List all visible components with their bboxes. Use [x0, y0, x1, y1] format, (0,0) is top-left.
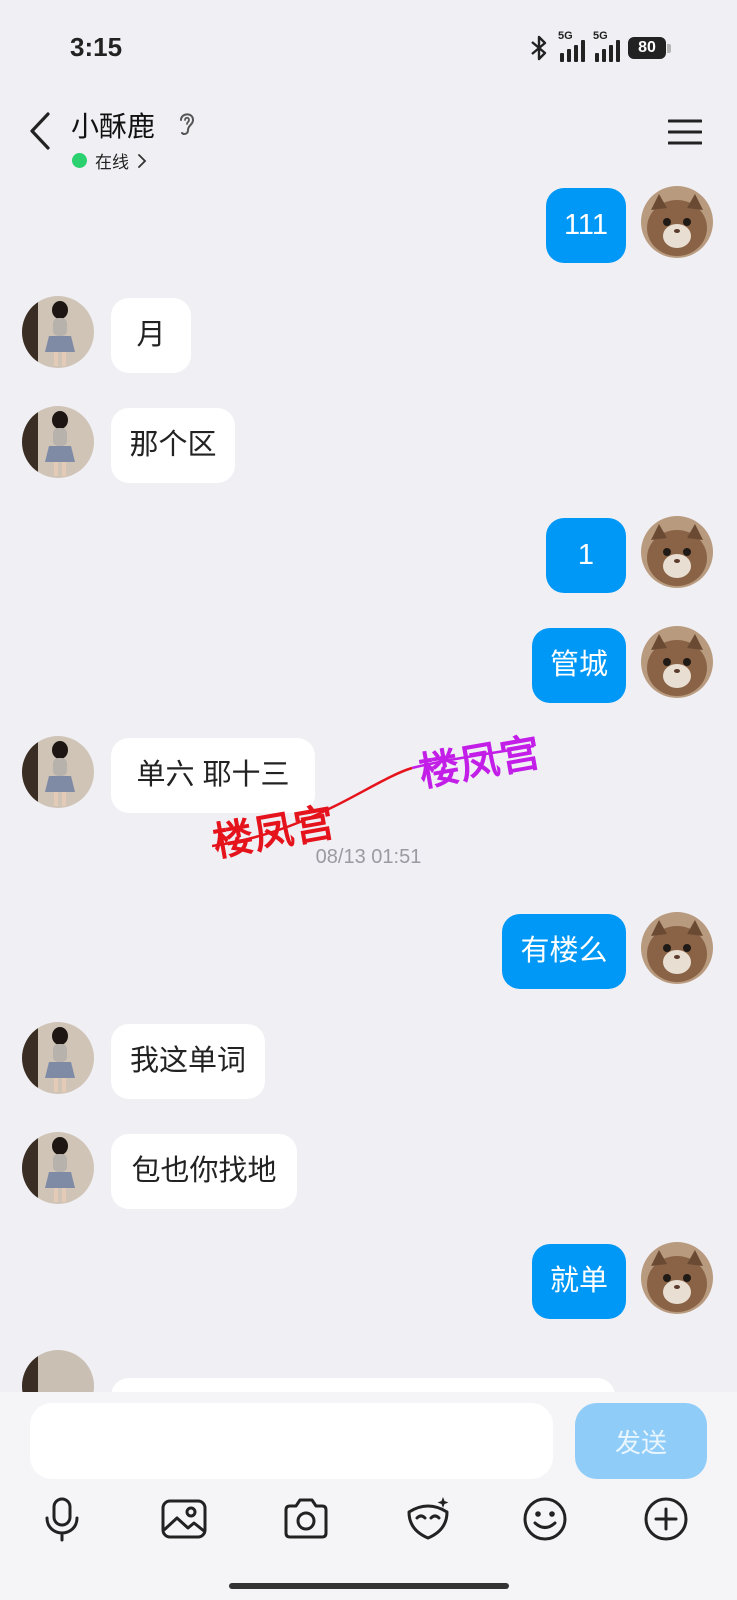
contact-name[interactable]: 小酥鹿	[71, 105, 155, 145]
ear-icon[interactable]	[176, 110, 198, 138]
battery-icon: 80	[628, 37, 671, 59]
send-button[interactable]: 发送	[575, 1403, 707, 1479]
network-label-2: 5G	[593, 30, 608, 42]
chat-header: 小酥鹿 在线	[0, 96, 737, 182]
home-indicator[interactable]	[229, 1583, 509, 1589]
signal-icon-1: 5G	[558, 30, 585, 62]
my-avatar[interactable]	[641, 186, 713, 258]
back-button[interactable]	[22, 108, 58, 154]
cat-avatar-image	[641, 186, 713, 258]
image-icon[interactable]	[159, 1494, 209, 1544]
girl-avatar-image	[22, 1132, 94, 1204]
camera-icon[interactable]	[281, 1494, 331, 1544]
cat-avatar-image	[641, 626, 713, 698]
contact-avatar[interactable]	[22, 296, 94, 368]
status-icons: 5G 5G 80	[528, 30, 671, 62]
message-input[interactable]	[30, 1403, 553, 1479]
my-avatar[interactable]	[641, 516, 713, 588]
composer: 发送	[0, 1392, 737, 1600]
cat-avatar-image	[641, 516, 713, 588]
girl-avatar-image	[22, 406, 94, 478]
message-bubble-partial[interactable]	[111, 1378, 615, 1392]
my-avatar[interactable]	[641, 912, 713, 984]
online-status[interactable]: 在线	[72, 148, 147, 173]
menu-button[interactable]	[668, 118, 702, 146]
my-avatar[interactable]	[641, 626, 713, 698]
bluetooth-icon	[531, 35, 547, 61]
message-bubble[interactable]: 1	[546, 518, 626, 593]
contact-avatar[interactable]	[22, 736, 94, 808]
microphone-icon[interactable]	[37, 1494, 87, 1544]
emoji-icon[interactable]	[520, 1494, 570, 1544]
status-time: 3:15	[70, 32, 123, 62]
contact-avatar[interactable]	[22, 1132, 94, 1204]
message-bubble[interactable]: 管城	[532, 628, 626, 703]
message-bubble[interactable]: 月	[111, 298, 191, 373]
contact-avatar[interactable]	[22, 1022, 94, 1094]
message-bubble[interactable]: 就单	[532, 1244, 626, 1319]
message-bubble[interactable]: 有楼么	[502, 914, 626, 989]
online-dot	[72, 153, 87, 168]
signal-icon-2: 5G	[593, 30, 620, 62]
chevron-right-icon	[138, 153, 147, 168]
message-bubble[interactable]: 那个区	[111, 408, 235, 483]
mask-icon[interactable]	[403, 1494, 453, 1544]
message-bubble[interactable]: 我这单词	[111, 1024, 265, 1099]
avatar[interactable]	[22, 1350, 94, 1392]
girl-avatar-image	[22, 1022, 94, 1094]
composer-toolbar	[0, 1494, 737, 1562]
cat-avatar-image	[641, 1242, 713, 1314]
online-status-label: 在线	[95, 153, 129, 172]
girl-avatar-image	[22, 736, 94, 808]
message-bubble[interactable]: 包也你找地	[111, 1134, 297, 1209]
contact-avatar[interactable]	[22, 406, 94, 478]
network-label-1: 5G	[558, 30, 573, 42]
battery-level: 80	[628, 37, 666, 59]
girl-avatar-image	[22, 296, 94, 368]
message-bubble[interactable]: 111	[546, 188, 626, 263]
cat-avatar-image	[641, 912, 713, 984]
my-avatar[interactable]	[641, 1242, 713, 1314]
plus-icon[interactable]	[641, 1494, 691, 1544]
status-bar: 3:15 5G 5G 80	[0, 0, 737, 96]
